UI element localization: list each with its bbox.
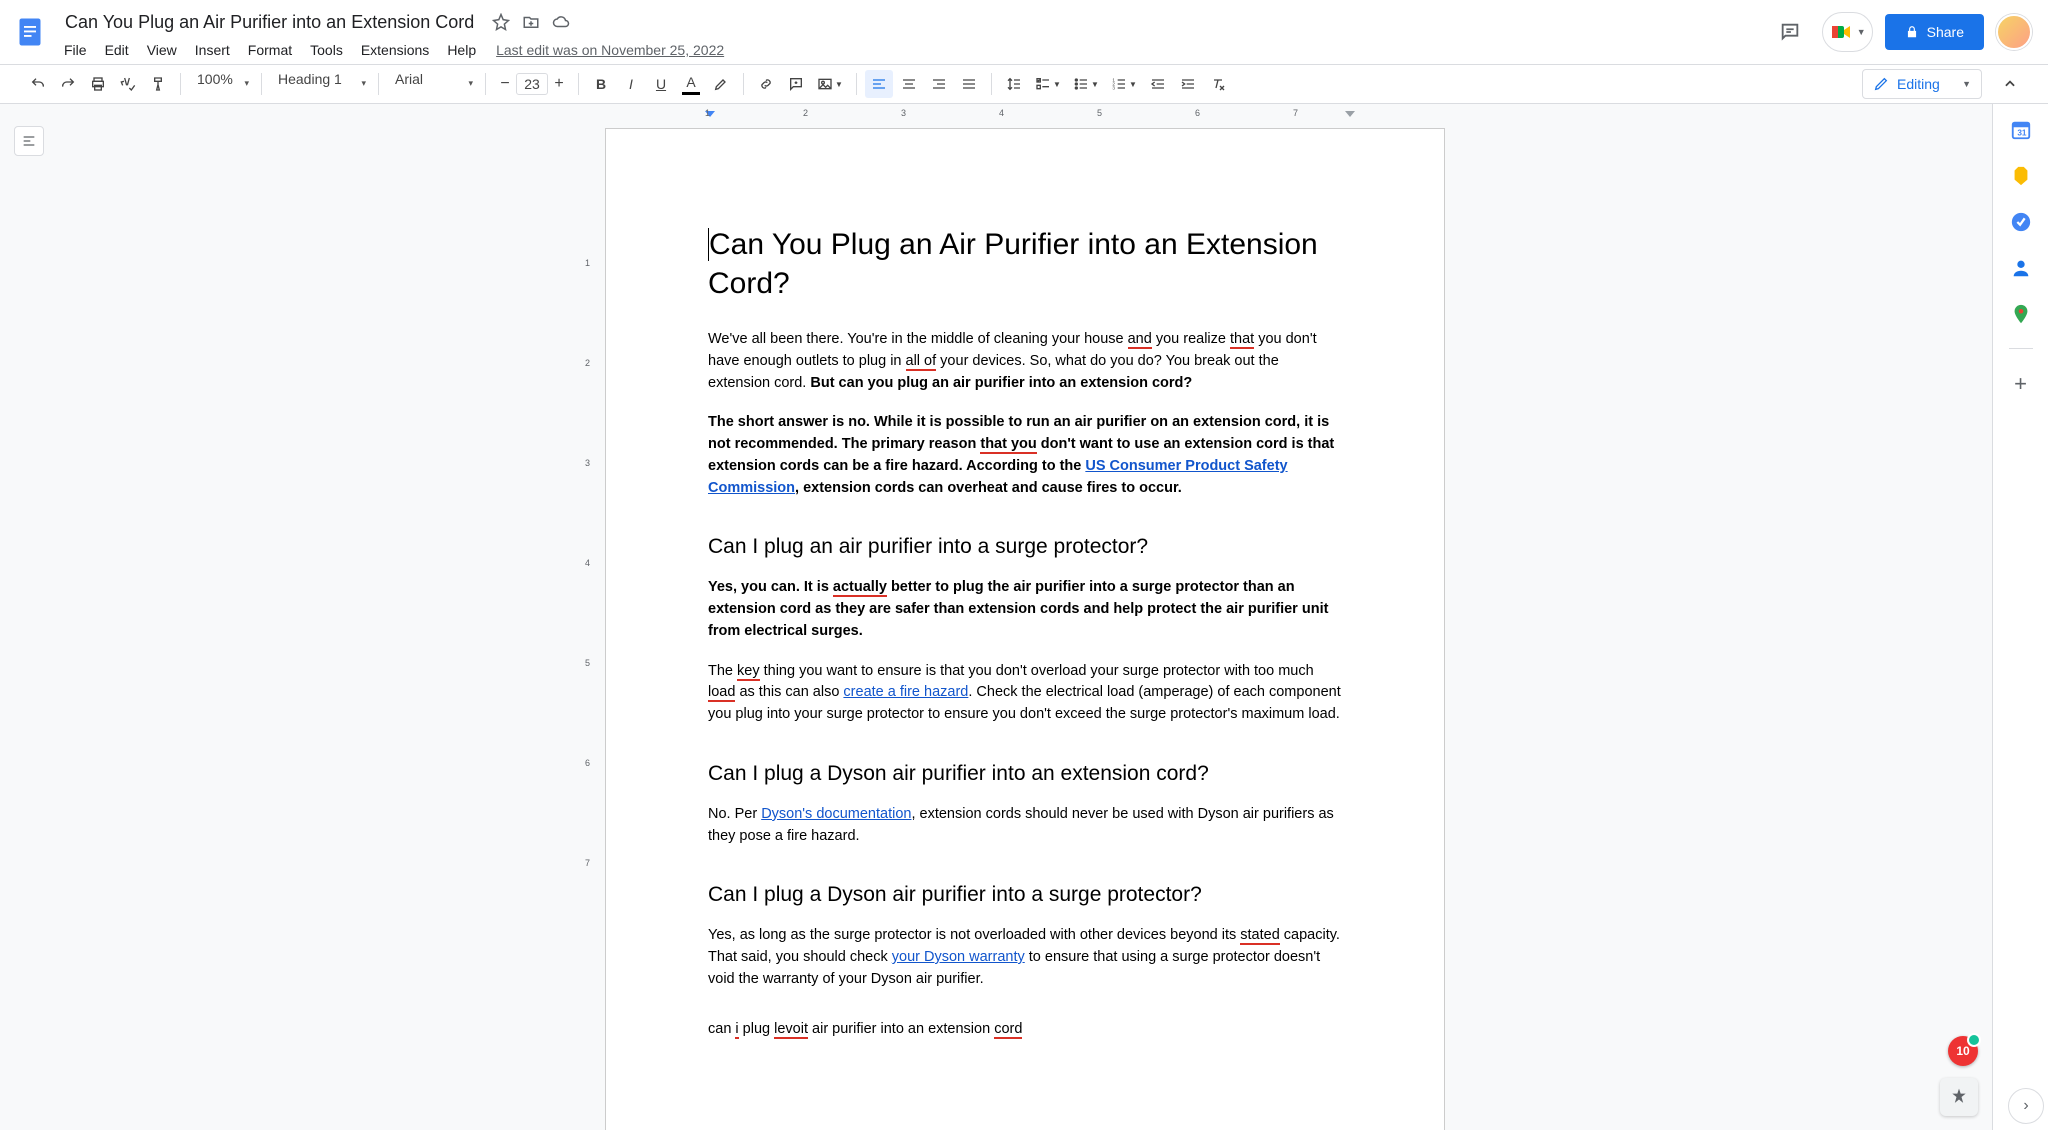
menu-insert[interactable]: Insert (187, 38, 238, 62)
star-icon[interactable] (491, 12, 511, 32)
paragraph[interactable]: No. Per Dyson's documentation, extension… (708, 804, 1342, 848)
document-title-input[interactable]: Can You Plug an Air Purifier into an Ext… (58, 9, 481, 36)
paragraph[interactable]: Yes, you can. It is actually better to p… (708, 577, 1342, 642)
indent-decrease-button[interactable] (1144, 70, 1172, 98)
checklist-button[interactable]: ▼ (1030, 70, 1066, 98)
toolbar-separator (743, 73, 744, 95)
outline-toggle-button[interactable] (14, 126, 44, 156)
menu-view[interactable]: View (139, 38, 185, 62)
toolbar-separator (991, 73, 992, 95)
last-edit-link[interactable]: Last edit was on November 25, 2022 (496, 42, 724, 58)
comment-history-icon[interactable] (1770, 12, 1810, 52)
cloud-status-icon[interactable] (551, 12, 571, 32)
contacts-icon[interactable] (2009, 256, 2033, 280)
svg-text:31: 31 (2017, 129, 2027, 138)
toolbar-collapse-button[interactable] (1996, 70, 2024, 98)
menu-format[interactable]: Format (240, 38, 300, 62)
redo-button[interactable] (54, 70, 82, 98)
italic-button[interactable]: I (617, 70, 645, 98)
side-panel: 31 + (1992, 104, 2048, 1130)
toolbar-separator (261, 73, 262, 95)
meet-button[interactable]: ▼ (1822, 12, 1873, 52)
toolbar: 100% Heading 1 Arial − + B I U A ▼ ▼ ▼ 1… (0, 64, 2048, 104)
paragraph[interactable]: The short answer is no. While it is poss… (708, 412, 1342, 499)
heading-1[interactable]: Can You Plug an Air Purifier into an Ext… (708, 225, 1342, 303)
link-fire-hazard[interactable]: create a fire hazard (843, 684, 968, 700)
move-icon[interactable] (521, 12, 541, 32)
heading-2[interactable]: Can I plug a Dyson air purifier into a s… (708, 883, 1342, 907)
editing-mode-select[interactable]: Editing ▼ (1862, 69, 1982, 99)
toolbar-separator (485, 73, 486, 95)
menu-file[interactable]: File (56, 38, 95, 62)
toolbar-separator (856, 73, 857, 95)
align-center-button[interactable] (895, 70, 923, 98)
heading-2[interactable]: Can I plug an air purifier into a surge … (708, 535, 1342, 559)
bold-button[interactable]: B (587, 70, 615, 98)
numbered-list-button[interactable]: 123▼ (1106, 70, 1142, 98)
font-size-increase[interactable]: + (548, 72, 570, 96)
spellcheck-button[interactable] (114, 70, 142, 98)
insert-image-button[interactable]: ▼ (812, 70, 848, 98)
side-panel-collapse-button[interactable]: › (2008, 1088, 2044, 1124)
menu-tools[interactable]: Tools (302, 38, 351, 62)
heading-2[interactable]: Can I plug a Dyson air purifier into an … (708, 762, 1342, 786)
document-page[interactable]: Can You Plug an Air Purifier into an Ext… (605, 128, 1445, 1130)
zoom-select[interactable]: 100% (189, 71, 253, 97)
maps-icon[interactable] (2009, 302, 2033, 326)
align-justify-button[interactable] (955, 70, 983, 98)
docs-logo[interactable] (10, 8, 50, 56)
align-right-button[interactable] (925, 70, 953, 98)
highlight-button[interactable] (707, 70, 735, 98)
svg-text:3: 3 (1112, 85, 1115, 90)
account-avatar[interactable] (1996, 14, 2032, 50)
share-button[interactable]: Share (1885, 14, 1984, 50)
toolbar-separator (378, 73, 379, 95)
add-addon-button[interactable]: + (2014, 371, 2027, 397)
font-size-input[interactable] (516, 73, 548, 95)
calendar-icon[interactable]: 31 (2009, 118, 2033, 142)
keep-icon[interactable] (2009, 164, 2033, 188)
share-label: Share (1927, 24, 1964, 40)
undo-button[interactable] (24, 70, 52, 98)
clear-formatting-button[interactable] (1204, 70, 1232, 98)
paragraph-style-select[interactable]: Heading 1 (270, 71, 370, 97)
line-spacing-button[interactable] (1000, 70, 1028, 98)
underline-button[interactable]: U (647, 70, 675, 98)
font-size-decrease[interactable]: − (494, 72, 516, 96)
paragraph[interactable]: can i plug levoit air purifier into an e… (708, 1019, 1342, 1041)
paragraph[interactable]: The key thing you want to ensure is that… (708, 661, 1342, 726)
menu-extensions[interactable]: Extensions (353, 38, 437, 62)
insert-comment-button[interactable] (782, 70, 810, 98)
align-left-button[interactable] (865, 70, 893, 98)
paragraph[interactable]: We've all been there. You're in the midd… (708, 329, 1342, 394)
toolbar-separator (578, 73, 579, 95)
paragraph[interactable]: Yes, as long as the surge protector is n… (708, 925, 1342, 990)
font-family-select[interactable]: Arial (387, 71, 477, 97)
bulleted-list-button[interactable]: ▼ (1068, 70, 1104, 98)
horizontal-ruler[interactable]: 1 2 3 4 5 6 7 (605, 106, 1445, 122)
paint-format-button[interactable] (144, 70, 172, 98)
side-panel-separator (2009, 348, 2033, 349)
toolbar-separator (180, 73, 181, 95)
editing-mode-label: Editing (1897, 76, 1940, 92)
text-color-button[interactable]: A (677, 70, 705, 98)
vertical-ruler: 1 2 3 4 5 6 7 (585, 128, 601, 1130)
menu-help[interactable]: Help (439, 38, 484, 62)
insert-link-button[interactable] (752, 70, 780, 98)
link-dyson-docs[interactable]: Dyson's documentation (761, 806, 911, 822)
explore-button[interactable] (1940, 1078, 1978, 1116)
link-dyson-warranty[interactable]: your Dyson warranty (892, 949, 1025, 965)
menu-edit[interactable]: Edit (97, 38, 137, 62)
grammarly-badge[interactable]: 10 (1948, 1036, 1978, 1066)
print-button[interactable] (84, 70, 112, 98)
tasks-icon[interactable] (2009, 210, 2033, 234)
indent-increase-button[interactable] (1174, 70, 1202, 98)
